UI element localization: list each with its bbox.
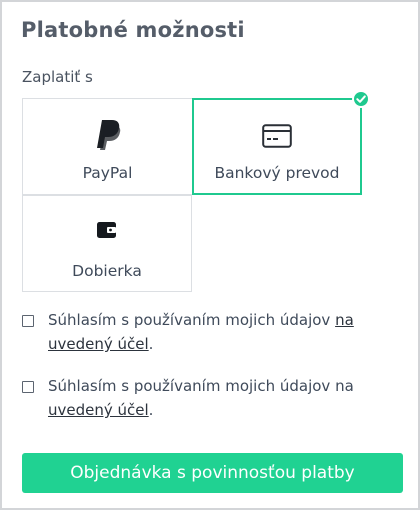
consent-item: Súhlasím s používaním mojich údajov na u…: [22, 308, 382, 356]
page-title: Platobné možnosti: [21, 18, 245, 42]
credit-card-icon: [262, 124, 292, 152]
consent-text: Súhlasím s používaním mojich údajov na u…: [48, 377, 354, 419]
consent-item: Súhlasím s používaním mojich údajov na u…: [22, 374, 382, 422]
pay-with-label: Zaplatiť s: [22, 68, 93, 86]
submit-order-button[interactable]: Objednávka s povinnosťou platby: [22, 453, 403, 493]
check-icon: [352, 90, 370, 108]
consent-link[interactable]: uvedený účel: [48, 401, 149, 419]
payment-option-label: PayPal: [82, 164, 133, 182]
payment-option-label: Bankový prevod: [214, 164, 340, 182]
consent-text: Súhlasím s používaním mojich údajov na u…: [48, 311, 354, 353]
payment-option-label: Dobierka: [72, 262, 142, 280]
payment-panel: Platobné možnosti Zaplatiť s PayPal Bank…: [0, 0, 420, 510]
consent-checkbox[interactable]: [22, 381, 34, 393]
wallet-icon: [97, 222, 117, 242]
paypal-icon: [93, 118, 123, 156]
payment-option-cash-on-delivery[interactable]: Dobierka: [22, 195, 192, 292]
payment-option-paypal[interactable]: PayPal: [22, 98, 193, 195]
consent-checkbox[interactable]: [22, 315, 34, 327]
payment-option-bank-transfer[interactable]: Bankový prevod: [192, 90, 370, 195]
